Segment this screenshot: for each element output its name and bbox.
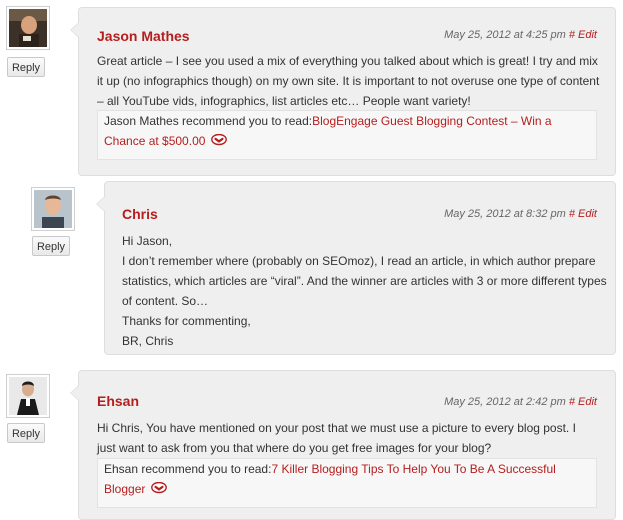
avatar[interactable] xyxy=(31,187,75,231)
comment-paragraph: I don’t remember where (probably on SEOm… xyxy=(122,254,607,308)
comment-date[interactable]: May 25, 2012 at 2:42 pm xyxy=(444,396,566,408)
comment-ehsan: Reply Ehsan May 25, 2012 at 2:42 pm # Ed… xyxy=(0,356,623,520)
recommend-prefix: Jason Mathes recommend you to read: xyxy=(104,114,313,128)
recommend-prefix: Ehsan recommend you to read: xyxy=(104,462,272,476)
comment-paragraph: Hi Chris, You have mentioned on your pos… xyxy=(97,421,576,455)
comment-bubble: Jason Mathes May 25, 2012 at 4:25 pm # E… xyxy=(70,7,616,176)
comment-date[interactable]: May 25, 2012 at 4:25 pm xyxy=(444,29,566,41)
comment-meta: May 25, 2012 at 2:42 pm # Edit xyxy=(444,396,597,408)
comment-author[interactable]: Chris xyxy=(122,206,158,222)
permalink-hash[interactable]: # xyxy=(569,396,575,408)
heart-icon[interactable] xyxy=(151,480,168,500)
avatar-image xyxy=(9,9,47,47)
comment-jason-mathes: Reply Jason Mathes May 25, 2012 at 4:25 … xyxy=(0,0,623,176)
reply-button[interactable]: Reply xyxy=(32,236,70,256)
reply-button[interactable]: Reply xyxy=(7,423,45,443)
heart-icon[interactable] xyxy=(211,132,228,152)
avatar[interactable] xyxy=(6,6,50,50)
avatar-image xyxy=(9,377,47,415)
edit-link[interactable]: Edit xyxy=(578,396,597,408)
comment-author[interactable]: Jason Mathes xyxy=(97,28,190,44)
edit-link[interactable]: Edit xyxy=(578,29,597,41)
comment-body: Hi Jason, I don’t remember where (probab… xyxy=(122,231,607,351)
avatar-image xyxy=(34,190,72,228)
comment-body: Hi Chris, You have mentioned on your pos… xyxy=(97,418,597,458)
edit-link[interactable]: Edit xyxy=(578,208,597,220)
comment-date[interactable]: May 25, 2012 at 8:32 pm xyxy=(444,208,566,220)
avatar[interactable] xyxy=(6,374,50,418)
recommendation-box: Jason Mathes recommend you to read:BlogE… xyxy=(97,110,597,160)
comment-paragraph: Great article – I see you used a mix of … xyxy=(97,54,600,108)
comment-author[interactable]: Ehsan xyxy=(97,393,139,409)
recommendation-box: Ehsan recommend you to read:7 Killer Blo… xyxy=(97,458,597,508)
comment-chris: Reply Chris May 25, 2012 at 8:32 pm # Ed… xyxy=(0,176,623,356)
comment-bubble: Ehsan May 25, 2012 at 2:42 pm # Edit Hi … xyxy=(70,370,616,520)
comment-body: Great article – I see you used a mix of … xyxy=(97,51,607,111)
comment-meta: May 25, 2012 at 8:32 pm # Edit xyxy=(444,208,597,220)
comment-bubble: Chris May 25, 2012 at 8:32 pm # Edit Hi … xyxy=(96,181,616,355)
permalink-hash[interactable]: # xyxy=(569,29,575,41)
permalink-hash[interactable]: # xyxy=(569,208,575,220)
reply-button[interactable]: Reply xyxy=(7,57,45,77)
comment-paragraph: BR, Chris xyxy=(122,334,174,348)
comment-paragraph: Thanks for commenting, xyxy=(122,314,251,328)
comment-meta: May 25, 2012 at 4:25 pm # Edit xyxy=(444,29,597,41)
comment-paragraph: Hi Jason, xyxy=(122,234,173,248)
